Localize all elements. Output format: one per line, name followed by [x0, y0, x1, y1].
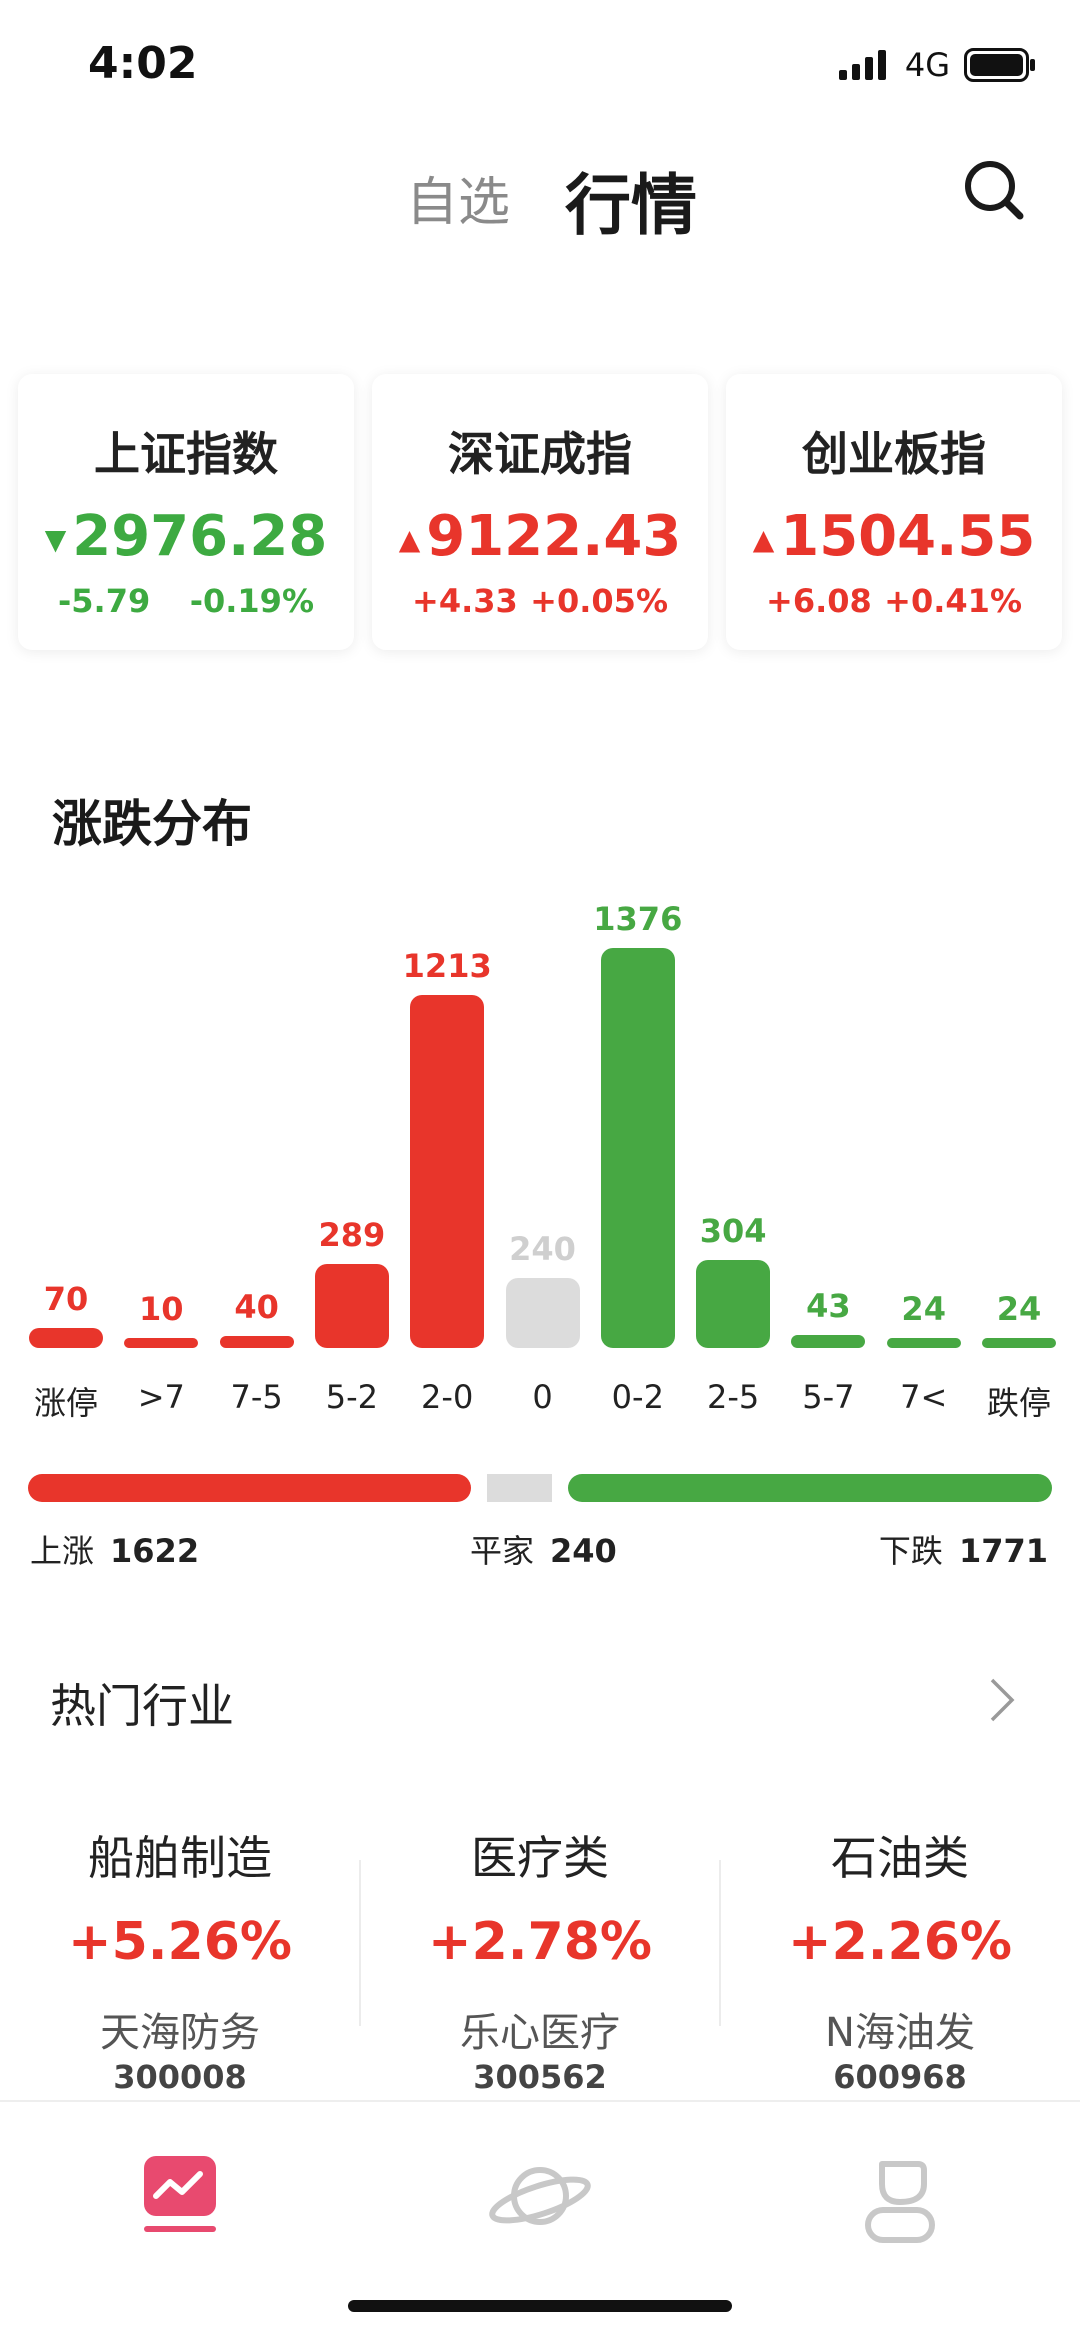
industry-lead-stock: 乐心医疗 — [460, 2010, 620, 2056]
industry-percent: +2.26% — [788, 1912, 1012, 1972]
industry-stock-code: 300562 — [473, 2058, 607, 2096]
chart-bar — [600, 948, 675, 1348]
chart-bar-value: 1376 — [593, 900, 683, 938]
summary-flat-count: 240 — [550, 1532, 617, 1570]
index-change: +4.33 — [412, 582, 518, 620]
chart-bar — [314, 1264, 389, 1348]
planet-icon — [489, 2167, 591, 2225]
up-arrow-icon: ▲ — [398, 523, 421, 557]
battery-icon — [964, 48, 1035, 82]
chart-category-label: 2-5 — [706, 1378, 760, 1416]
index-value: ▼ 2976.28 — [18, 504, 354, 569]
summary-up-count: 1622 — [110, 1532, 200, 1570]
industry-percent: +5.26% — [68, 1912, 292, 1972]
chart-category-label: 5-7 — [802, 1378, 855, 1416]
index-percent: -0.19% — [189, 582, 314, 620]
index-percent: +0.41% — [884, 582, 1022, 620]
chart-bar-value: 24 — [901, 1290, 946, 1328]
chart-category-label: 涨停 — [33, 1384, 98, 1422]
distribution-chart: 70 涨停 10 >7 40 7-5 289 5-2 1213 2-0 240 0 1376 0-2 304… — [0, 0, 1080, 1440]
home-indicator — [348, 2300, 732, 2312]
chart-bar-value: 304 — [699, 1212, 767, 1250]
chart-bar — [505, 1278, 580, 1348]
summary-down-label: 下跌 1771 — [879, 1526, 1048, 1572]
chart-bar — [791, 1335, 866, 1348]
index-value-number: 2976.28 — [72, 504, 328, 569]
industry-name: 石油类 — [831, 1831, 969, 1885]
summary-up-bar — [28, 1474, 471, 1502]
chart-bar-value: 10 — [139, 1290, 184, 1328]
search-icon[interactable] — [962, 158, 1026, 222]
chart-bar — [29, 1328, 103, 1348]
nav-discover[interactable] — [480, 2144, 600, 2264]
hot-industry-title[interactable]: 热门行业 — [50, 1670, 234, 1736]
index-percent: +0.05% — [530, 582, 668, 620]
index-name: 上证指数 — [94, 427, 278, 481]
industry-lead-stock: N海油发 — [825, 2010, 975, 2056]
status-icons: 4G — [838, 46, 1036, 84]
industry-stock-code: 600968 — [833, 2058, 967, 2096]
industry-lead-stock: 天海防务 — [100, 2010, 260, 2056]
chart-category-label: 5-2 — [325, 1378, 379, 1416]
industry-stock-code: 300008 — [113, 2058, 247, 2096]
chart-category-label: 0 — [532, 1378, 553, 1416]
summary-up-text: 上涨 — [30, 1532, 95, 1570]
index-value-number: 9122.43 — [426, 504, 682, 569]
chart-category-label: 7< — [900, 1378, 948, 1416]
chart-category-label: 0-2 — [611, 1378, 664, 1416]
chart-bar — [124, 1338, 199, 1348]
tab-market[interactable]: 行情 — [565, 152, 697, 248]
summary-flat-text: 平家 — [470, 1532, 535, 1570]
index-change: +6.08 — [766, 582, 872, 620]
network-type: 4G — [904, 46, 950, 84]
chart-bar — [410, 995, 485, 1348]
industry-name: 医疗类 — [471, 1831, 609, 1885]
chart-bar-value: 240 — [509, 1230, 576, 1268]
bottom-nav-divider — [0, 2100, 1080, 2102]
chart-bar — [696, 1260, 771, 1348]
index-card-chinext[interactable]: 创业板指 ▲ 1504.55 +6.08 +0.41% — [726, 374, 1062, 650]
summary-down-bar — [568, 1474, 1052, 1502]
down-arrow-icon: ▼ — [44, 523, 67, 557]
chart-bar-value: 1213 — [402, 947, 492, 985]
status-time: 4:02 — [88, 38, 198, 89]
index-value: ▲ 9122.43 — [372, 504, 708, 569]
chart-category-label: 7-5 — [230, 1378, 283, 1416]
summary-down-text: 下跌 — [878, 1532, 943, 1570]
nav-market[interactable] — [120, 2144, 240, 2264]
index-card-sse[interactable]: 上证指数 ▼ 2976.28 -5.79 -0.19% — [18, 374, 354, 650]
index-change: -5.79 — [58, 582, 151, 620]
index-name: 深证成指 — [448, 427, 632, 481]
chart-bar-value: 70 — [43, 1280, 89, 1318]
chart-bar-value: 24 — [996, 1290, 1042, 1328]
chevron-right-icon[interactable] — [984, 1676, 1020, 1724]
signal-icon — [838, 50, 886, 80]
summary-flat-label: 平家 240 — [470, 1526, 617, 1572]
chart-bar-value: 289 — [318, 1216, 386, 1254]
up-arrow-icon: ▲ — [752, 523, 775, 557]
chart-bar-value: 43 — [806, 1287, 851, 1325]
chart-bar — [982, 1338, 1056, 1348]
nav-profile[interactable] — [840, 2144, 960, 2264]
industry-name: 船舶制造 — [88, 1831, 272, 1885]
index-value: ▲ 1504.55 — [726, 504, 1062, 569]
industry-percent: +2.78% — [428, 1912, 652, 1972]
summary-up-label: 上涨 1622 — [30, 1526, 199, 1572]
index-name: 创业板指 — [802, 427, 986, 481]
index-card-szse[interactable]: 深证成指 ▲ 9122.43 +4.33 +0.05% — [372, 374, 708, 650]
index-value-number: 1504.55 — [780, 504, 1036, 569]
chart-bar — [219, 1336, 294, 1348]
chart-bar — [886, 1338, 961, 1348]
chart-bar-value: 40 — [234, 1288, 279, 1326]
chart-category-label: 2-0 — [421, 1378, 474, 1416]
chart-category-label: 跌停 — [986, 1384, 1051, 1422]
summary-flat-bar — [486, 1474, 553, 1502]
tab-watchlist[interactable]: 自选 — [406, 160, 510, 235]
chart-category-label: >7 — [137, 1378, 185, 1416]
distribution-title: 涨跌分布 — [52, 795, 252, 853]
profile-icon — [865, 2161, 935, 2243]
market-chart-icon — [144, 2156, 216, 2232]
summary-down-count: 1771 — [958, 1532, 1048, 1570]
